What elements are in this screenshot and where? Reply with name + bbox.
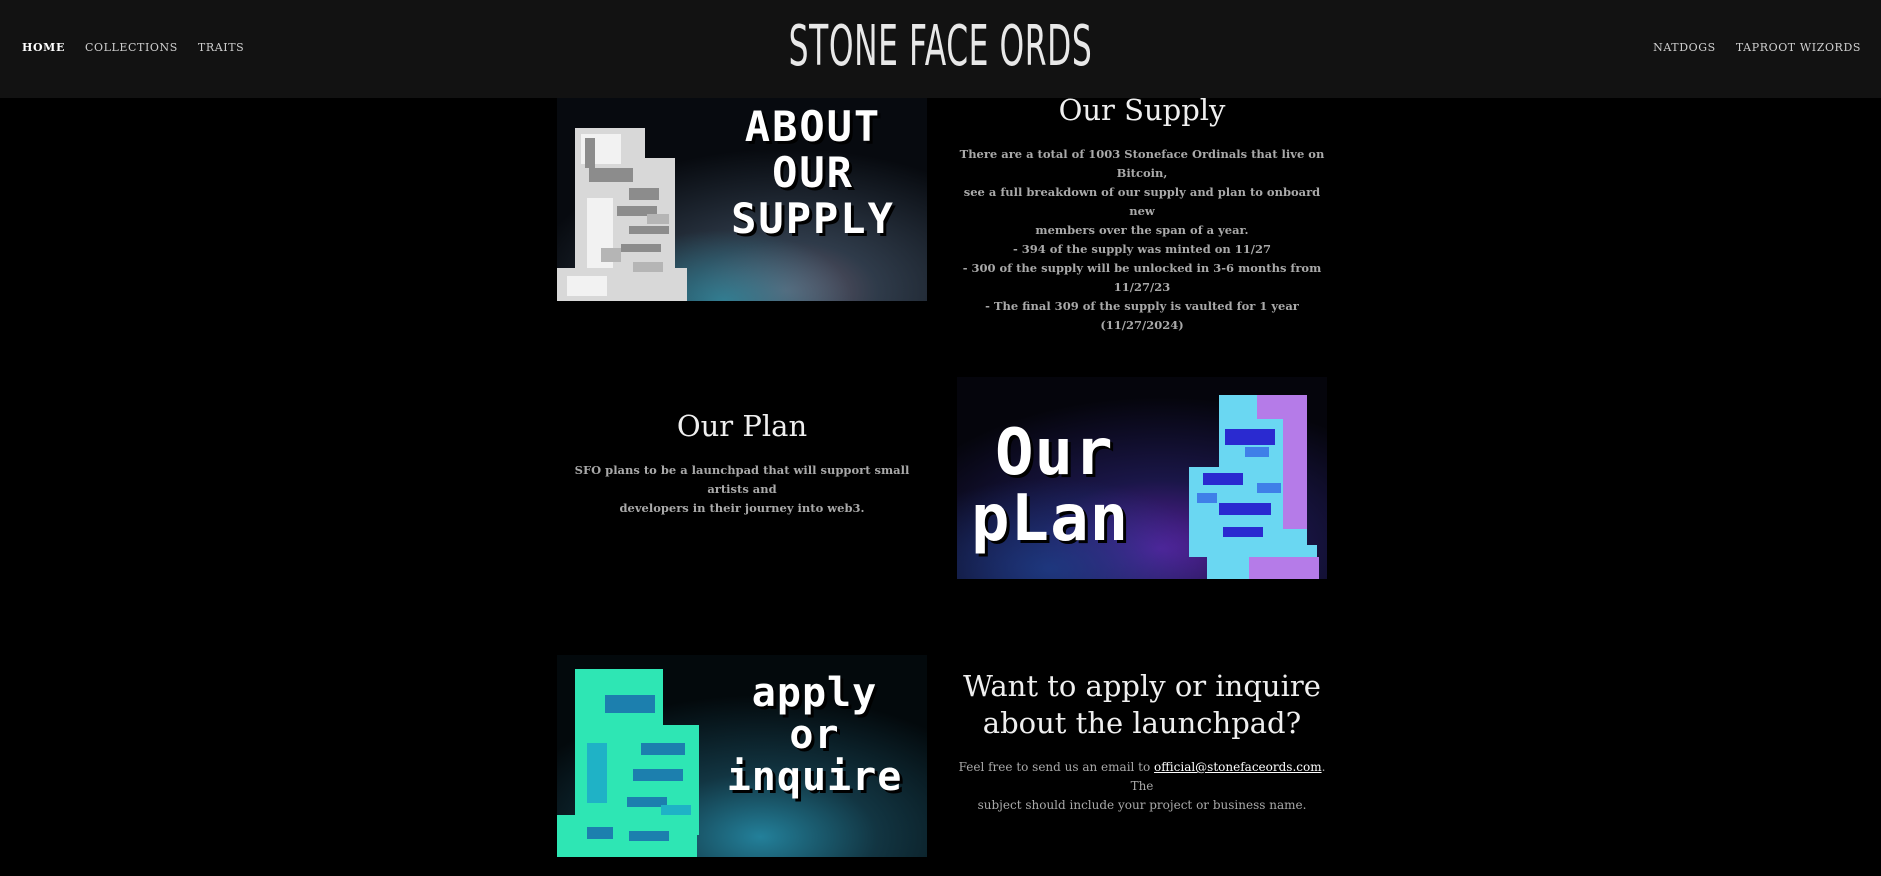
plan-body: SFO plans to be a launchpad that will su…	[557, 461, 927, 518]
contact-email-link[interactable]: official@stonefaceords.com	[1154, 760, 1322, 774]
plan-banner-image: Our pLan	[957, 377, 1327, 579]
apply-banner-line-3: inquire	[726, 754, 903, 800]
supply-body-line: see a full breakdown of our supply and p…	[963, 185, 1321, 218]
apply-banner-title: apply or inquire	[707, 673, 922, 797]
supply-body-line: - The final 309 of the supply is vaulted…	[985, 299, 1299, 332]
apply-banner-line-2: or	[789, 712, 840, 758]
apply-heading-line-1: Want to apply or inquire	[963, 669, 1321, 703]
apply-banner-image: apply or inquire	[557, 655, 927, 857]
supply-banner-line-2: OUR	[772, 148, 854, 197]
nav-taproot-wizords[interactable]: TAPROOT WIZORDS	[1736, 41, 1861, 54]
apply-body: Feel free to send us an email to officia…	[952, 758, 1332, 815]
site-header: HOME COLLECTIONS TRAITS STONE FACE ORDS …	[0, 0, 1881, 98]
plan-body-line: SFO plans to be a launchpad that will su…	[574, 463, 910, 496]
supply-body-line: members over the span of a year.	[1035, 223, 1249, 237]
supply-banner-image: ABOUT OUR SUPPLY	[557, 98, 927, 301]
nav-natdogs[interactable]: NATDOGS	[1653, 41, 1716, 54]
site-logo[interactable]: STONE FACE ORDS	[414, 14, 1467, 80]
plan-banner-line-2: pLan	[971, 482, 1130, 556]
supply-body: There are a total of 1003 Stoneface Ordi…	[952, 145, 1332, 335]
plan-heading: Our Plan	[676, 409, 808, 443]
supply-body-line: - 300 of the supply will be unlocked in …	[962, 261, 1322, 294]
supply-body-line: - 394 of the supply was minted on 11/27	[1012, 242, 1271, 256]
nav-left: HOME COLLECTIONS TRAITS	[22, 41, 244, 54]
apply-heading: Want to apply or inquire about the launc…	[957, 668, 1327, 742]
nav-collections[interactable]: COLLECTIONS	[85, 41, 178, 54]
nav-home[interactable]: HOME	[22, 41, 65, 54]
supply-banner-line-3: SUPPLY	[731, 194, 895, 243]
supply-body-line: There are a total of 1003 Stoneface Ordi…	[959, 147, 1325, 180]
plan-body-line: developers in their journey into web3.	[619, 501, 865, 515]
supply-banner-line-1: ABOUT	[744, 102, 882, 151]
apply-body-prefix: Feel free to send us an email to	[958, 760, 1155, 774]
nav-right: NATDOGS TAPROOT WIZORDS	[1653, 41, 1861, 54]
apply-body-line-1: Feel free to send us an email to officia…	[952, 758, 1332, 796]
plan-banner-title: Our pLan	[971, 421, 1171, 551]
nav-traits[interactable]: TRAITS	[198, 41, 244, 54]
apply-body-line-2: subject should include your project or b…	[977, 798, 1307, 812]
plan-banner-line-1: Our	[995, 416, 1114, 490]
supply-banner-title: ABOUT OUR SUPPLY	[707, 106, 919, 240]
supply-heading: Our Supply	[1058, 93, 1226, 127]
apply-banner-line-1: apply	[751, 670, 878, 716]
apply-heading-line-2: about the launchpad?	[982, 706, 1302, 740]
